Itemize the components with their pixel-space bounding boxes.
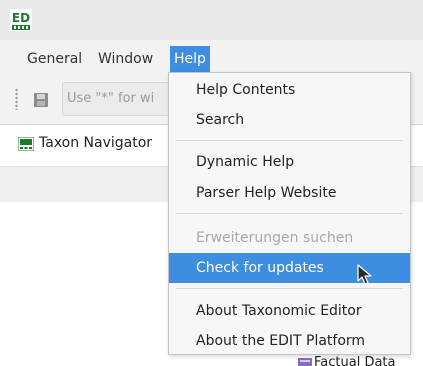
menu-help[interactable]: Help <box>170 46 210 72</box>
app-logo-text: ED <box>12 11 30 25</box>
toolbar-grip-handle[interactable] <box>15 88 18 110</box>
menu-separator <box>176 213 403 214</box>
menu-item-dynamic-help[interactable]: Dynamic Help <box>169 147 410 177</box>
menu-item-parser-help-website[interactable]: Parser Help Website <box>169 178 410 208</box>
menu-item-help-contents[interactable]: Help Contents <box>169 75 410 105</box>
menu-item-about-edit-platform[interactable]: About the EDIT Platform <box>169 326 410 356</box>
menu-item-check-for-updates[interactable]: Check for updates <box>169 253 410 283</box>
menu-separator <box>176 140 403 141</box>
menu-item-search[interactable]: Search <box>169 105 410 135</box>
save-icon[interactable] <box>33 92 49 108</box>
taxon-navigator-title[interactable]: Taxon Navigator <box>39 135 152 151</box>
menu-item-about-taxonomic-editor[interactable]: About Taxonomic Editor <box>169 296 410 326</box>
title-bar <box>0 0 423 40</box>
menu-general[interactable]: General <box>23 46 86 72</box>
menu-item-erweiterungen-suchen: Erweiterungen suchen <box>196 230 354 246</box>
app-logo-icon: ED <box>10 9 32 31</box>
menu-window[interactable]: Window <box>94 46 157 72</box>
menu-separator <box>176 288 403 289</box>
mouse-pointer-icon <box>357 264 372 285</box>
factual-data-tab[interactable]: Factual Data <box>293 356 396 366</box>
taxon-navigator-icon <box>18 137 34 151</box>
